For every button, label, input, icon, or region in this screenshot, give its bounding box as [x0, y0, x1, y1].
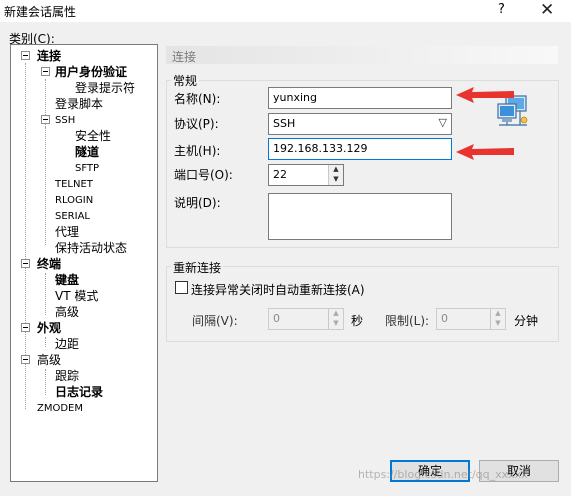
host-label: 主机(H):: [174, 144, 221, 158]
tree-item-log[interactable]: 日志记录: [55, 385, 103, 399]
protocol-label: 协议(P):: [174, 117, 219, 131]
annotation-arrow: [456, 87, 514, 103]
collapse-icon[interactable]: [21, 259, 30, 268]
annotation-arrow: [456, 144, 514, 160]
window-title: 新建会话属性: [4, 5, 77, 19]
tree-item-proxy[interactable]: 代理: [55, 225, 79, 239]
interval-stepper[interactable]: 0 ▲ ▼: [268, 308, 344, 330]
tree-item-rlogin[interactable]: RLOGIN: [55, 194, 93, 208]
interval-spin-buttons[interactable]: ▲ ▼: [328, 309, 343, 329]
chevron-down-icon: ▽: [438, 116, 447, 129]
help-button[interactable]: ?: [498, 2, 505, 17]
port-stepper[interactable]: 22 ▲ ▼: [268, 164, 344, 186]
reconnect-group: [166, 266, 559, 342]
auto-reconnect-label[interactable]: 连接异常关闭时自动重新连接(A): [191, 281, 365, 298]
host-field[interactable]: 192.168.133.129: [268, 138, 452, 160]
port-label: 端口号(O):: [174, 168, 233, 182]
collapse-icon[interactable]: [21, 355, 30, 364]
interval-label: 间隔(V):: [192, 314, 238, 328]
spin-up-icon[interactable]: ▲: [329, 165, 343, 175]
tree-item-advanced2[interactable]: 高级: [37, 353, 61, 367]
name-label: 名称(N):: [174, 92, 221, 106]
tree-item-ssh[interactable]: SSH: [55, 114, 75, 128]
interval-unit: 秒: [351, 314, 364, 328]
spin-down-icon[interactable]: ▼: [329, 175, 343, 185]
limit-unit: 分钟: [514, 314, 539, 328]
tree-item-keyboard[interactable]: 键盘: [55, 273, 79, 287]
spin-down-icon[interactable]: ▼: [329, 319, 343, 329]
watermark: https://blog.csdn.net/qq_xxxxx: [358, 468, 528, 481]
limit-stepper[interactable]: 0 ▲ ▼: [436, 308, 506, 330]
protocol-select[interactable]: SSH ▽: [268, 113, 452, 135]
section-header: 连接: [166, 46, 558, 64]
tree-item-advanced[interactable]: 高级: [55, 305, 79, 319]
tree-item-keepalive[interactable]: 保持活动状态: [55, 241, 127, 255]
limit-spin-buttons[interactable]: ▲ ▼: [490, 309, 505, 329]
tree-item-serial[interactable]: SERIAL: [55, 210, 90, 224]
description-label: 说明(D):: [174, 196, 221, 210]
tree-item-appearance[interactable]: 外观: [37, 321, 61, 335]
port-spin-buttons[interactable]: ▲ ▼: [328, 165, 343, 185]
collapse-icon[interactable]: [41, 67, 50, 76]
collapse-icon[interactable]: [41, 115, 50, 124]
tree-item-margin[interactable]: 边距: [55, 337, 79, 351]
spin-up-icon[interactable]: ▲: [491, 309, 505, 319]
tree-item-connection[interactable]: 连接: [37, 49, 61, 63]
category-tree[interactable]: 连接 用户身份验证 登录提示符 登录脚本 SSH 安全性 隧道 SFTP TEL…: [10, 44, 158, 482]
tree-item-security[interactable]: 安全性: [75, 129, 111, 143]
tree-item-terminal[interactable]: 终端: [37, 257, 61, 271]
collapse-icon[interactable]: [21, 51, 30, 60]
limit-value: 0: [441, 312, 448, 325]
tree-item-login-script[interactable]: 登录脚本: [55, 97, 103, 111]
close-button[interactable]: ✕: [540, 0, 554, 20]
auto-reconnect-checkbox[interactable]: [175, 281, 188, 294]
tree-item-vt-mode[interactable]: VT 模式: [55, 289, 98, 303]
collapse-icon[interactable]: [21, 323, 30, 332]
tree-item-tunnel[interactable]: 隧道: [75, 145, 99, 159]
spin-up-icon[interactable]: ▲: [329, 309, 343, 319]
tree-item-login-prompt[interactable]: 登录提示符: [75, 81, 135, 95]
reconnect-group-title: 重新连接: [171, 259, 224, 276]
tree-item-telnet[interactable]: TELNET: [55, 178, 93, 192]
tree-item-auth[interactable]: 用户身份验证: [55, 65, 127, 79]
name-field[interactable]: yunxing: [268, 87, 452, 109]
protocol-select-value: SSH: [273, 117, 296, 130]
spin-down-icon[interactable]: ▼: [491, 319, 505, 329]
limit-label: 限制(L):: [385, 314, 430, 328]
title-bar: 新建会话属性 ? ✕: [0, 0, 571, 22]
tree-item-sftp[interactable]: SFTP: [75, 162, 99, 176]
description-field[interactable]: [268, 193, 452, 240]
tree-item-zmodem[interactable]: ZMODEM: [37, 402, 83, 416]
general-group-title: 常规: [171, 72, 200, 89]
interval-value: 0: [273, 312, 280, 325]
port-value: 22: [273, 168, 287, 181]
tree-item-trace[interactable]: 跟踪: [55, 369, 79, 383]
